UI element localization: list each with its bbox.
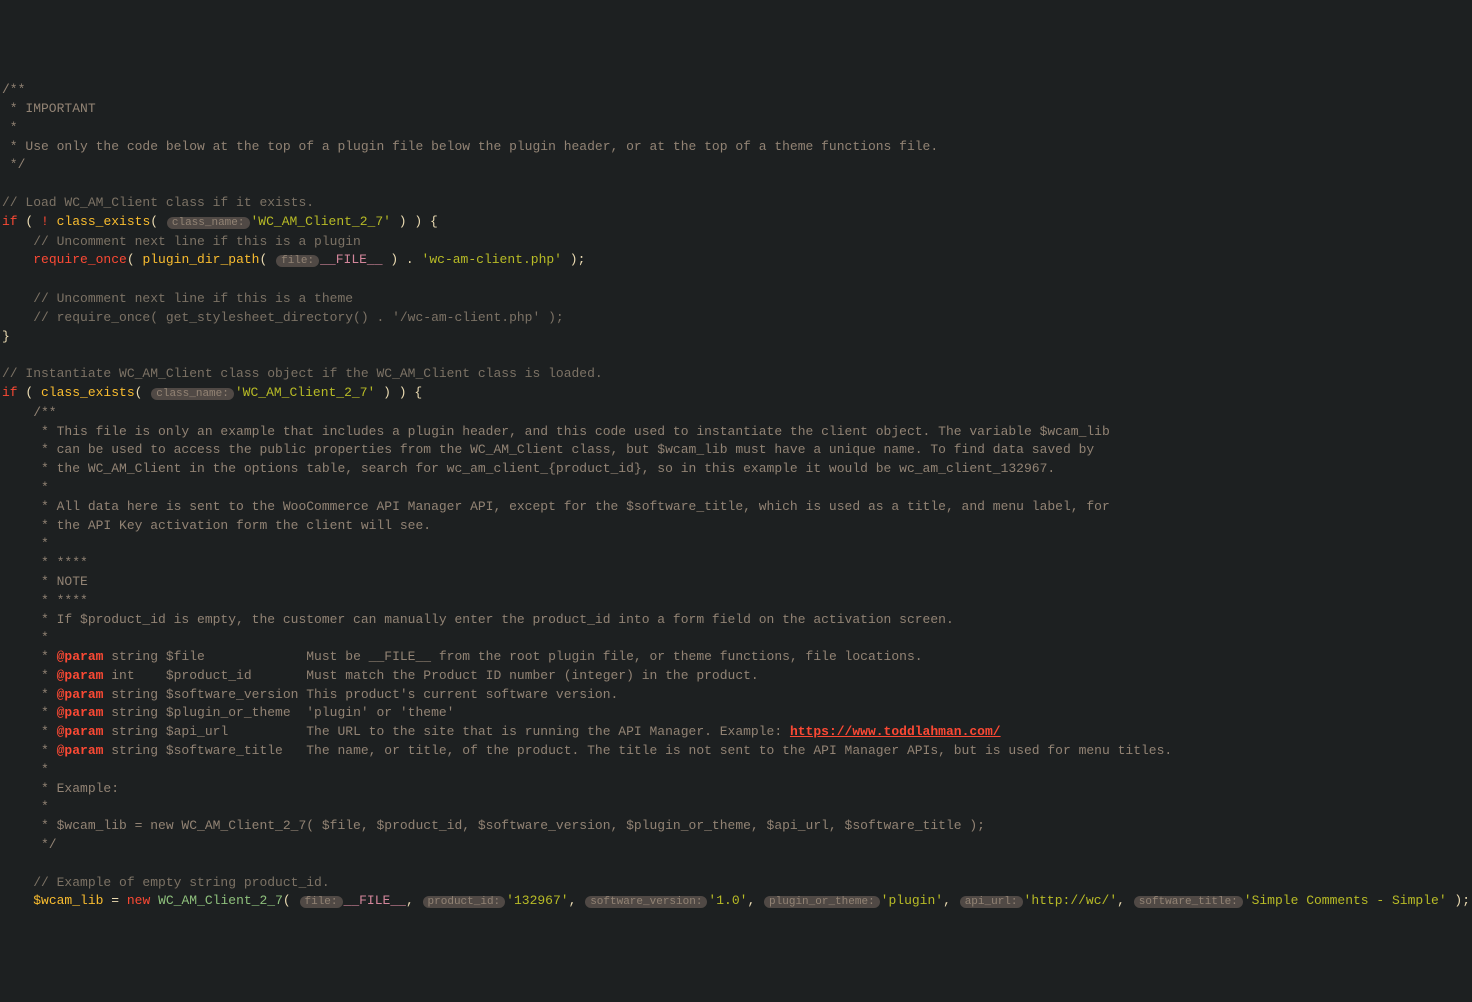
code-line: * @param string $file Must be __FILE__ f…	[0, 648, 1472, 667]
string-literal: '132967'	[506, 893, 568, 908]
const-file: __FILE__	[320, 252, 382, 267]
code-line: }	[0, 328, 1472, 347]
code-line: * ****	[0, 592, 1472, 611]
code-line: * @param int $product_id Must match the …	[0, 667, 1472, 686]
keyword-if: if	[2, 385, 18, 400]
code-line	[0, 855, 1472, 874]
code-line: *	[0, 798, 1472, 817]
string-literal: '1.0'	[708, 893, 747, 908]
code-line: * This file is only an example that incl…	[0, 423, 1472, 442]
code-line: * All data here is sent to the WooCommer…	[0, 498, 1472, 517]
code-line: *	[0, 629, 1472, 648]
keyword-new: new	[127, 893, 150, 908]
code-line: * @param string $plugin_or_theme 'plugin…	[0, 704, 1472, 723]
string-literal: 'WC_AM_Client_2_7'	[251, 214, 391, 229]
code-line: *	[0, 479, 1472, 498]
code-line	[0, 175, 1472, 194]
inlay-hint-software-version: software_version:	[585, 896, 707, 908]
code-line: // Uncomment next line if this is a plug…	[0, 233, 1472, 252]
const-file: __FILE__	[344, 893, 406, 908]
code-line: * @param string $api_url The URL to the …	[0, 723, 1472, 742]
docblock-url-link[interactable]: https://www.toddlahman.com/	[790, 724, 1001, 739]
docblock-param-text: string $file Must be __FILE__ from the r…	[103, 649, 922, 664]
code-line: * If $product_id is empty, the customer …	[0, 611, 1472, 630]
code-line: * @param string $software_title The name…	[0, 742, 1472, 761]
inlay-hint-plugin-or-theme: plugin_or_theme:	[764, 896, 880, 908]
inlay-hint-product-id: product_id:	[423, 896, 506, 908]
code-line	[0, 271, 1472, 290]
code-line: * the WC_AM_Client in the options table,…	[0, 460, 1472, 479]
code-line: // Uncomment next line if this is a them…	[0, 290, 1472, 309]
code-line: // Load WC_AM_Client class if it exists.	[0, 194, 1472, 213]
code-line: /**	[0, 404, 1472, 423]
string-literal: 'http://wc/'	[1024, 893, 1118, 908]
code-line: if ( class_exists( class_name:'WC_AM_Cli…	[0, 384, 1472, 404]
code-line: * ****	[0, 554, 1472, 573]
operator-not: !	[41, 214, 49, 229]
docblock-param-text: string $plugin_or_theme 'plugin' or 'the…	[103, 705, 454, 720]
code-line: *	[0, 535, 1472, 554]
code-line: * NOTE	[0, 573, 1472, 592]
fn-class-exists: class_exists	[41, 385, 135, 400]
fn-plugin-dir-path: plugin_dir_path	[142, 252, 259, 267]
inlay-hint-file: file:	[276, 255, 319, 267]
code-line: // require_once( get_stylesheet_director…	[0, 309, 1472, 328]
string-literal: 'Simple Comments - Simple'	[1244, 893, 1447, 908]
code-line: * IMPORTANT	[0, 100, 1472, 119]
code-line: * $wcam_lib = new WC_AM_Client_2_7( $fil…	[0, 817, 1472, 836]
inlay-hint-software-title: software_title:	[1134, 896, 1243, 908]
code-line: * Example:	[0, 780, 1472, 799]
docblock-param-tag: @param	[57, 724, 104, 739]
class-name: WC_AM_Client_2_7	[158, 893, 283, 908]
code-line: // Instantiate WC_AM_Client class object…	[0, 365, 1472, 384]
code-line: *	[0, 761, 1472, 780]
code-editor-viewport[interactable]: /** * IMPORTANT * * Use only the code be…	[0, 81, 1472, 912]
code-line: if ( ! class_exists( class_name:'WC_AM_C…	[0, 213, 1472, 233]
code-line	[0, 346, 1472, 365]
docblock-param-tag: @param	[57, 649, 104, 664]
code-line: * @param string $software_version This p…	[0, 686, 1472, 705]
code-line: // Example of empty string product_id.	[0, 874, 1472, 893]
inlay-hint-class-name: class_name:	[167, 217, 250, 229]
string-literal: 'plugin'	[881, 893, 943, 908]
string-literal: 'WC_AM_Client_2_7'	[235, 385, 375, 400]
fn-class-exists: class_exists	[57, 214, 151, 229]
code-line: */	[0, 156, 1472, 175]
inlay-hint-api-url: api_url:	[960, 896, 1023, 908]
keyword-require-once: require_once	[33, 252, 127, 267]
docblock-param-tag: @param	[57, 743, 104, 758]
code-line: $wcam_lib = new WC_AM_Client_2_7( file:_…	[0, 892, 1472, 912]
docblock-param-text: string $software_version This product's …	[103, 687, 618, 702]
inlay-hint-file: file:	[300, 896, 343, 908]
docblock-param-text: string $software_title The name, or titl…	[103, 743, 1172, 758]
code-line: require_once( plugin_dir_path( file:__FI…	[0, 251, 1472, 271]
code-line: * Use only the code below at the top of …	[0, 138, 1472, 157]
docblock-param-tag: @param	[57, 705, 104, 720]
string-literal: 'wc-am-client.php'	[422, 252, 562, 267]
code-line: *	[0, 119, 1472, 138]
docblock-param-tag: @param	[57, 687, 104, 702]
docblock-param-text: int $product_id Must match the Product I…	[103, 668, 758, 683]
code-line: * can be used to access the public prope…	[0, 441, 1472, 460]
keyword-if: if	[2, 214, 18, 229]
docblock-param-tag: @param	[57, 668, 104, 683]
code-line: /**	[0, 81, 1472, 100]
code-line: */	[0, 836, 1472, 855]
docblock-param-text: string $api_url The URL to the site that…	[103, 724, 790, 739]
inlay-hint-class-name: class_name:	[151, 388, 234, 400]
variable-wcam-lib: $wcam_lib	[33, 893, 103, 908]
code-line: * the API Key activation form the client…	[0, 517, 1472, 536]
